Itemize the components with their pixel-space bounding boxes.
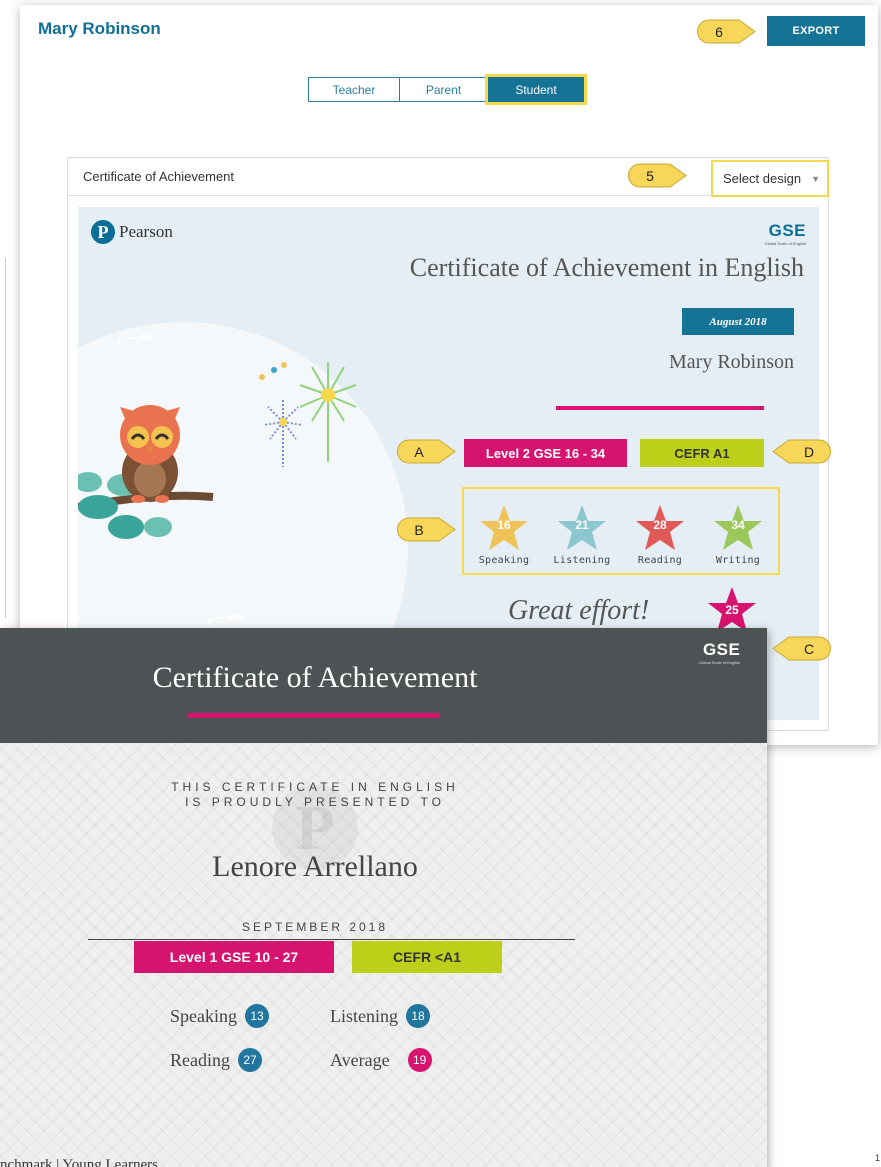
gse-logo: GSE Global Scale of English <box>699 640 740 665</box>
skill-score: 28 <box>653 518 667 532</box>
skill-label: Listening <box>553 555 611 566</box>
tab-student[interactable]: Student <box>485 74 587 105</box>
name-underline <box>556 406 764 410</box>
skill-writing: 34 Writing <box>700 503 776 566</box>
cefr-badge: CEFR <A1 <box>352 941 502 973</box>
gse-logo-subtext: Global Scale of English <box>764 241 806 246</box>
callout-b: B <box>397 517 457 542</box>
score-label: Speaking <box>170 1005 237 1026</box>
certificate-panel-header: Certificate of Achievement Select design… <box>68 158 829 197</box>
level-badge: Level 2 GSE 16 - 34 <box>464 439 627 467</box>
score-label: Listening <box>330 1005 398 1026</box>
skill-listening: 21 Listening <box>544 503 620 566</box>
select-design-label: Select design <box>723 171 802 186</box>
callout-label: A <box>414 443 424 460</box>
skill-score: 16 <box>497 518 511 532</box>
tab-teacher[interactable]: Teacher <box>308 77 400 102</box>
gse-logo-text: GSE <box>768 221 806 240</box>
average-score: 25 <box>725 603 739 617</box>
pearson-wordmark: Pearson <box>119 222 173 241</box>
tab-parent[interactable]: Parent <box>400 77 488 102</box>
skill-label: Speaking <box>478 555 530 566</box>
score-reading: Reading 27 <box>170 1048 262 1072</box>
screenshot-stage: Mary Robinson EXPORT Teacher Parent Stud… <box>0 0 881 1167</box>
pearson-logo: P Pearson <box>91 220 173 244</box>
page-number: 1 <box>875 1153 881 1163</box>
certificate-student-name: Mary Robinson <box>669 351 794 373</box>
skill-score: 21 <box>575 518 589 532</box>
star-icon: 16 <box>478 503 530 553</box>
callout-label: 6 <box>715 23 723 40</box>
title-underline <box>188 713 440 718</box>
gse-logo-subtext: Global Scale of English <box>699 660 741 665</box>
skill-score: 34 <box>731 518 745 532</box>
callout-6: 6 <box>697 19 757 44</box>
callout-label: 5 <box>646 167 654 184</box>
date-rule <box>88 939 575 940</box>
audience-tabs: Teacher Parent Student <box>308 74 587 105</box>
cefr-badge: CEFR A1 <box>640 439 764 467</box>
student-name-heading: Mary Robinson <box>38 19 161 38</box>
certificate-message: Great effort! <box>508 595 650 626</box>
callout-c: C <box>771 636 831 661</box>
gse-logo-text: GSE <box>702 640 741 659</box>
second-certificate-header: Certificate of Achievement GSE Global Sc… <box>0 628 767 743</box>
skill-reading: 28 Reading <box>622 503 698 566</box>
presented-text: THIS CERTIFICATE IN ENGLISH IS PROUDLY P… <box>0 780 630 810</box>
score-average: Average 19 <box>330 1048 432 1072</box>
callout-5: 5 <box>628 163 688 188</box>
select-design-dropdown[interactable]: Select design ▼ <box>711 160 829 197</box>
firework-center <box>321 388 335 402</box>
star-icon: 21 <box>556 503 608 553</box>
second-certificate-date: SEPTEMBER 2018 <box>241 920 389 934</box>
chevron-down-icon: ▼ <box>811 173 820 184</box>
callout-label: C <box>803 640 815 657</box>
callout-a: A <box>397 439 457 464</box>
export-button[interactable]: EXPORT <box>767 16 865 46</box>
score-label: Average <box>330 1049 390 1070</box>
certificate-title: Certificate of Achievement in English <box>409 253 804 282</box>
background-window-edge <box>0 258 6 618</box>
level-badge: Level 1 GSE 10 - 27 <box>134 941 334 973</box>
skill-label: Reading <box>637 555 683 566</box>
certificate-panel-title: Certificate of Achievement <box>83 169 235 184</box>
second-certificate-student-name: Lenore Arrellano <box>212 850 418 883</box>
star-icon: 28 <box>634 503 686 553</box>
presented-line-1: THIS CERTIFICATE IN ENGLISH <box>171 780 459 794</box>
score-label: Reading <box>170 1049 230 1070</box>
skill-label: Writing <box>715 555 761 566</box>
score-value: 13 <box>245 1004 269 1028</box>
owl-illustration <box>120 405 180 503</box>
skills-scores: 16 Speaking 21 Listening 28 Reading 34 W… <box>462 487 780 575</box>
pearson-p-icon: P <box>91 220 115 244</box>
score-speaking: Speaking 13 <box>170 1004 269 1028</box>
star-icon: 34 <box>712 503 764 553</box>
score-value: 19 <box>407 1048 432 1072</box>
certificate-date: August 2018 <box>682 308 794 335</box>
callout-label: B <box>414 521 424 538</box>
gse-logo: GSE Global Scale of English <box>765 221 806 246</box>
second-certificate: Certificate of Achievement GSE Global Sc… <box>0 628 767 1167</box>
skill-speaking: 16 Speaking <box>466 503 542 566</box>
score-value: 27 <box>238 1048 262 1072</box>
score-value: 18 <box>406 1004 430 1028</box>
presented-line-2: IS PROUDLY PRESENTED TO <box>185 795 445 809</box>
certificate-footer: nchmark | Young Learners <box>0 1157 158 1167</box>
second-certificate-title: Certificate of Achievement <box>152 661 478 694</box>
callout-label: D <box>803 443 815 460</box>
score-listening: Listening 18 <box>330 1004 430 1028</box>
callout-d: D <box>771 439 831 464</box>
